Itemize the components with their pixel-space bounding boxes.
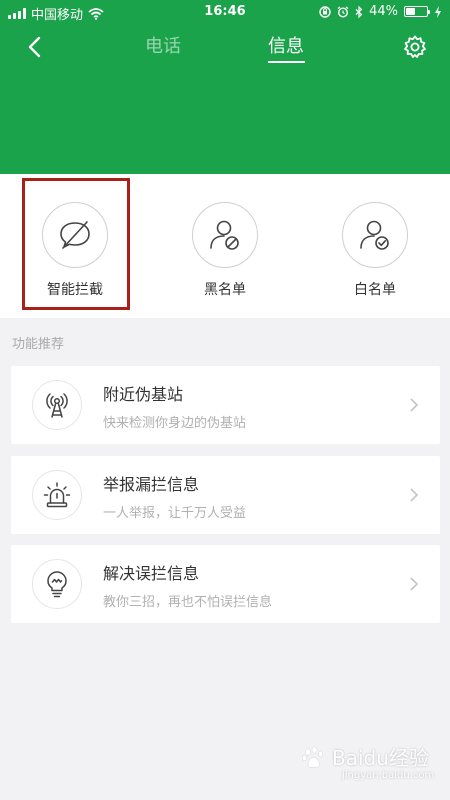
recommend-subtitle: 教你三招，再也不怕误拦信息 [103,595,273,610]
smart-block-icon-circle [42,202,108,268]
top-nav: 电话 信息 [0,24,450,70]
recommend-title: 附近伪基站 [103,385,184,404]
back-icon[interactable] [22,34,48,60]
recommend-title: 解决误拦信息 [103,564,200,583]
watermark-subtext: jingyan.baidu.com [342,770,435,781]
recommend-subtitle: 一人举报，让千万人受益 [103,506,247,521]
recommend-item-report[interactable]: 举报漏拦信息 一人举报，让千万人受益 [11,456,440,534]
gear-icon[interactable] [402,34,428,60]
recommend-item-false-block[interactable]: 解决误拦信息 教你三招，再也不怕误拦信息 [11,545,440,623]
status-bar-right: 44% [319,4,442,19]
tab-phone[interactable]: 电话 [145,32,181,58]
feature-panel: 智能拦截 黑名单 白名单 [0,174,450,318]
whitelist-icon [360,220,389,250]
recommend-subtitle: 快来检测你身边的伪基站 [103,416,247,431]
charging-icon [435,5,441,18]
alarm-icon [337,5,349,18]
recommend-item-base-station[interactable]: 附近伪基站 快来检测你身边的伪基站 [11,366,440,444]
battery-level [406,8,415,15]
chevron-right-icon [410,398,419,412]
base-station-icon [46,393,68,418]
lightbulb-icon-circle [32,559,82,609]
alarm-light-icon-circle [32,470,82,520]
blacklist-icon-circle [192,202,258,268]
blacklist-label: 黑名单 [204,282,246,298]
blacklist-icon [210,220,239,250]
whitelist-icon-circle [342,202,408,268]
battery-percent: 44% [369,4,398,19]
blacklist-button[interactable]: 黑名单 [170,202,280,299]
section-title: 功能推荐 [12,337,65,352]
tab-messages[interactable]: 信息 [268,32,304,58]
paw-logo-icon [302,746,324,767]
smart-block-icon [60,221,90,249]
smart-block-button[interactable]: 智能拦截 [20,202,130,299]
battery-icon [404,6,430,17]
watermark-text: Baidu经验 [332,746,429,770]
bluetooth-icon [355,5,363,18]
status-bar: 中国移动 16:46 44% [0,0,450,24]
lightbulb-icon [47,571,67,598]
chevron-right-icon [410,577,419,591]
chevron-right-icon [410,488,419,502]
active-tab-indicator [268,61,305,63]
smart-block-label: 智能拦截 [47,282,103,298]
base-station-icon-circle [32,380,82,430]
recommend-title: 举报漏拦信息 [103,475,200,494]
whitelist-button[interactable]: 白名单 [320,202,430,299]
whitelist-label: 白名单 [354,282,396,298]
header: 中国移动 16:46 44% 电话 信息 [0,0,450,174]
baidu-watermark: Baidu经验 [300,742,429,771]
alarm-light-icon [43,482,71,508]
rotation-lock-icon [319,5,331,18]
